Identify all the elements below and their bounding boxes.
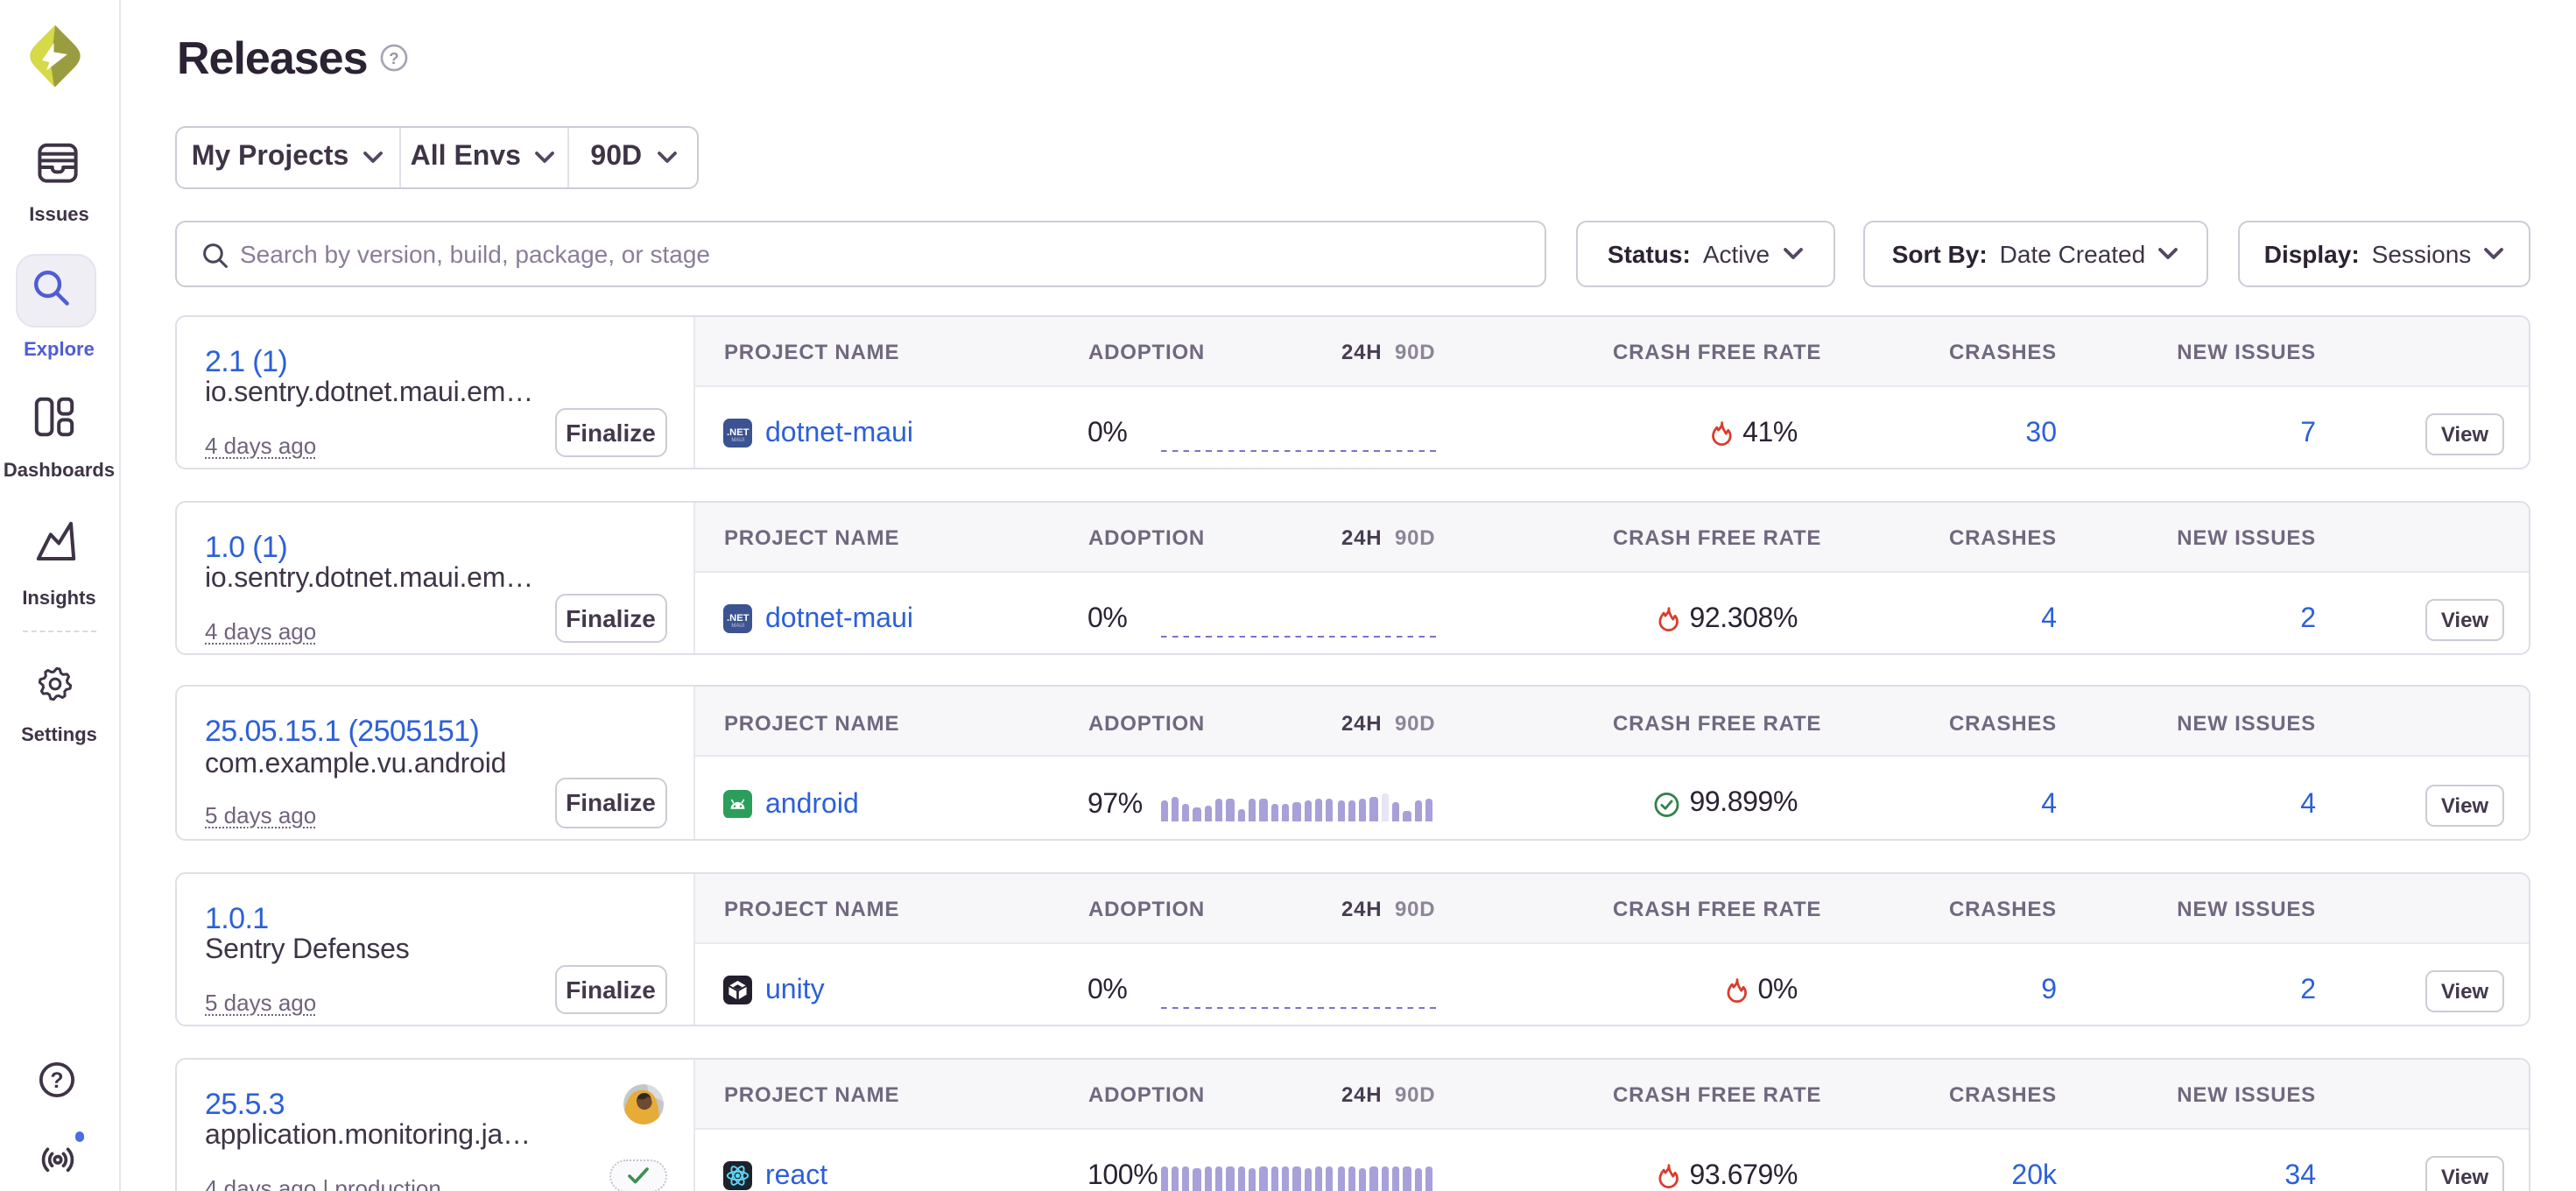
svg-text:?: ? (389, 49, 398, 67)
svg-text:.NET: .NET (727, 613, 750, 624)
svg-text:.NET: .NET (727, 427, 750, 438)
svg-text:MAUI: MAUI (731, 439, 744, 444)
svg-text:MAUI: MAUI (731, 624, 744, 630)
svg-text:?: ? (50, 1069, 63, 1093)
